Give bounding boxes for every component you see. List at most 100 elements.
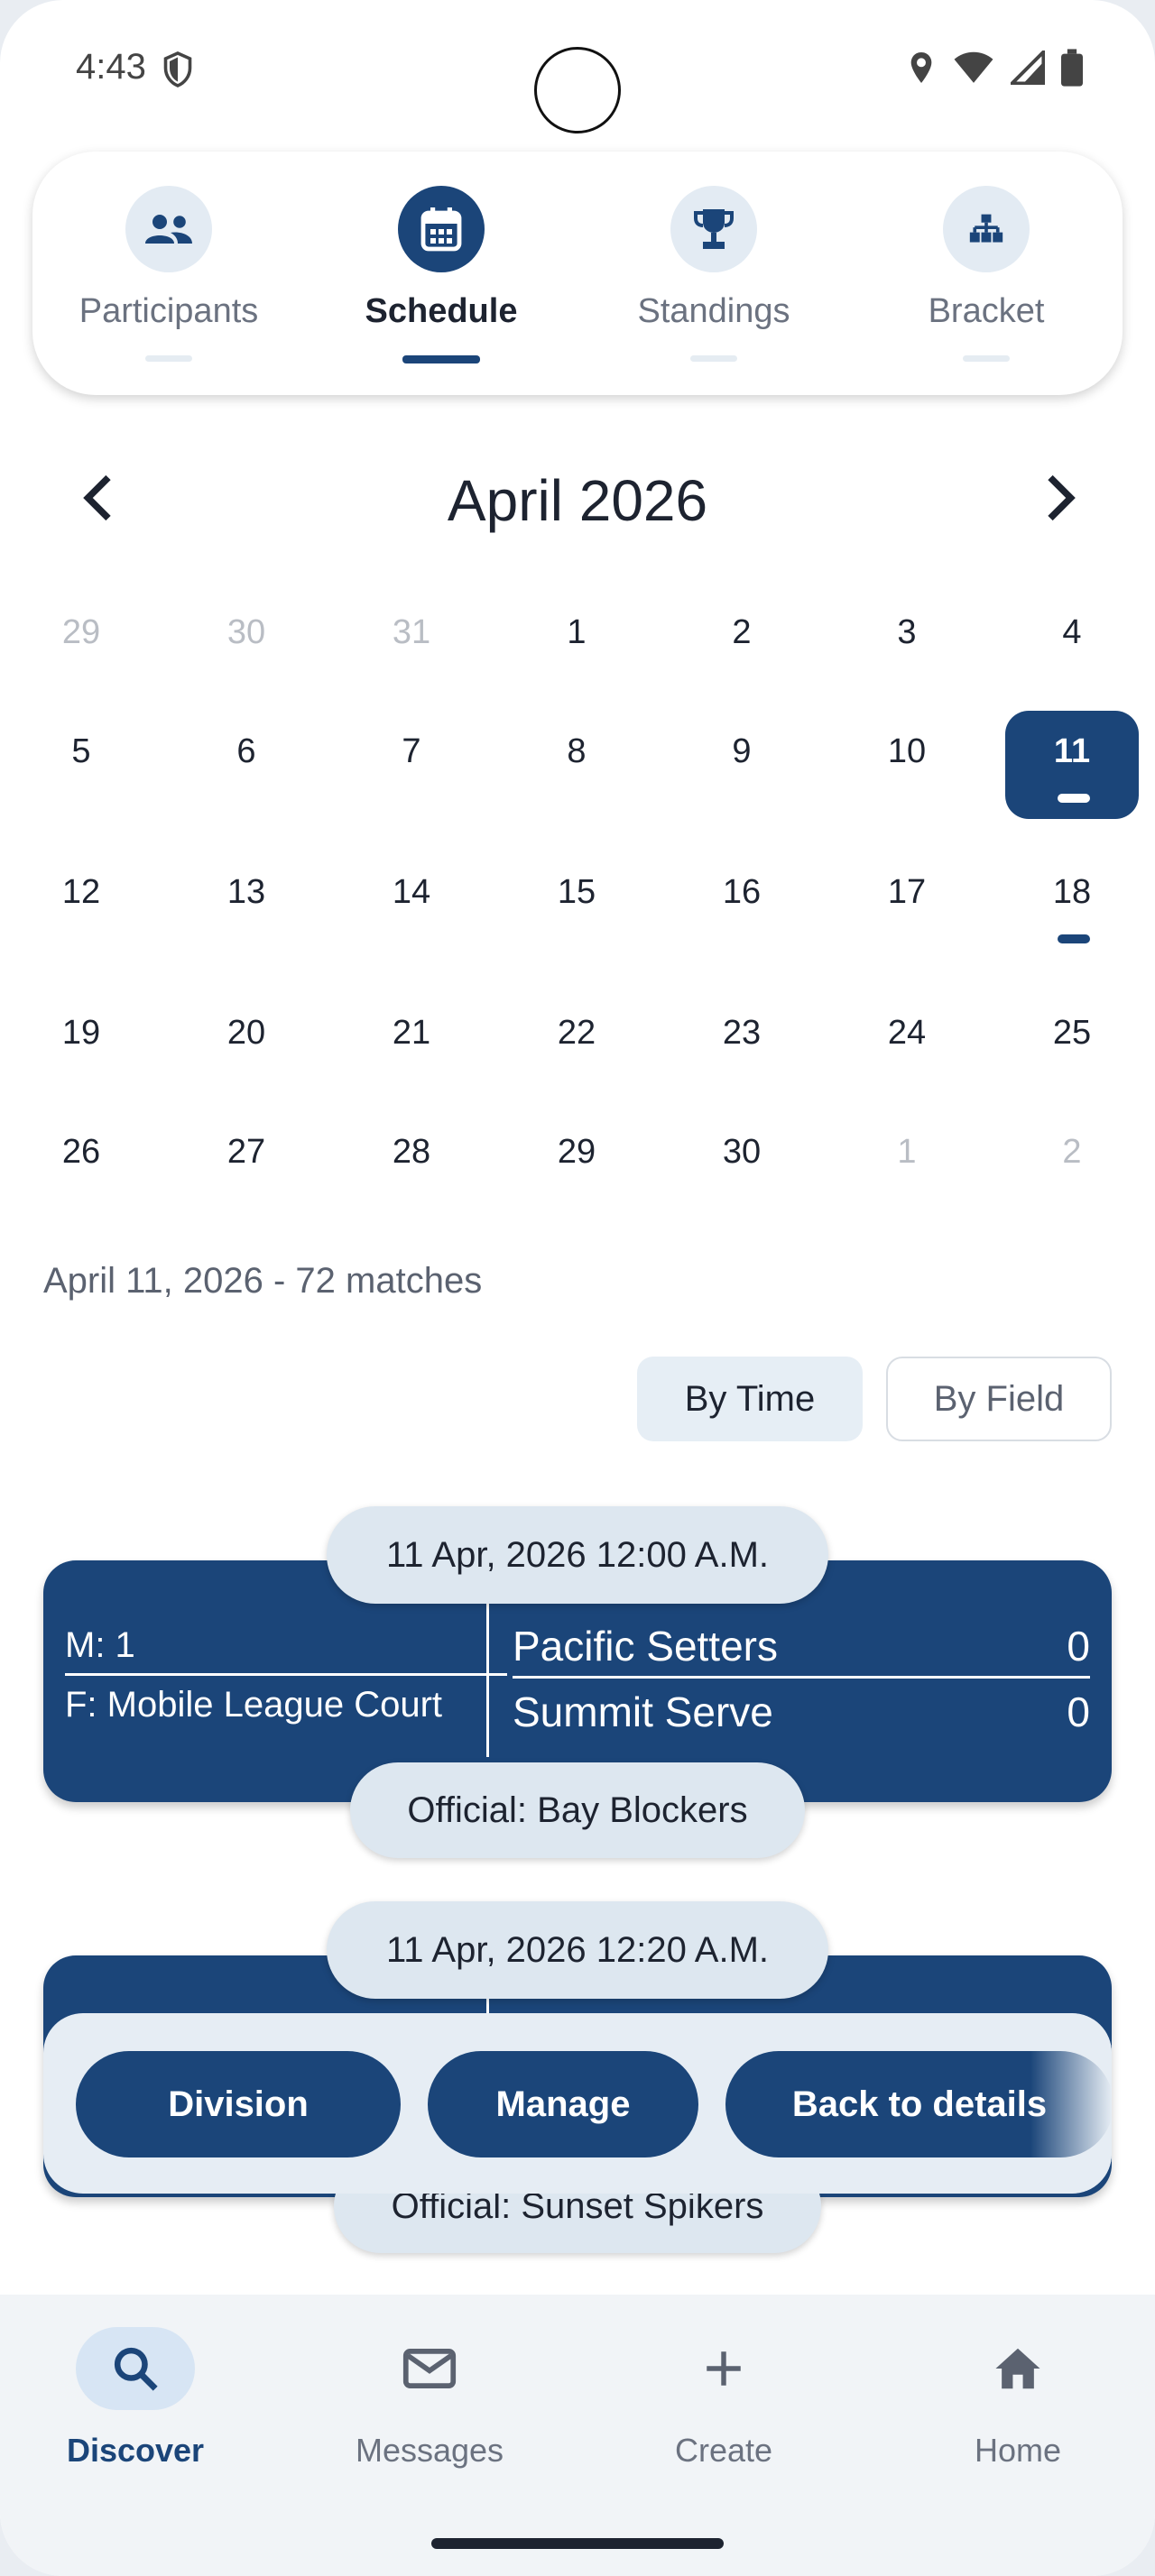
calendar-day[interactable]: 21 <box>346 1014 477 1053</box>
signal-icon <box>1011 51 1045 85</box>
calendar-icon <box>398 186 485 272</box>
calendar-day[interactable]: 11 <box>1006 732 1138 771</box>
team-name: Summit Serve <box>513 1688 773 1735</box>
calendar-day[interactable]: 29 <box>15 613 147 652</box>
tab-schedule[interactable]: Schedule <box>305 152 578 395</box>
status-time: 4:43 <box>76 47 146 87</box>
battery-icon <box>1061 49 1083 87</box>
calendar-day[interactable]: 20 <box>180 1014 312 1053</box>
match-time-pill: 11 Apr, 2026 12:00 A.M. <box>327 1506 828 1604</box>
tab-label: Participants <box>79 292 259 330</box>
tab-indicator <box>963 355 1010 362</box>
team-name: Pacific Setters <box>513 1623 778 1670</box>
calendar-header: April 2026 <box>0 451 1155 550</box>
tab-indicator <box>402 355 480 363</box>
people-icon <box>125 186 212 272</box>
division-button[interactable]: Division <box>76 2051 401 2157</box>
calendar-day[interactable]: 30 <box>676 1133 808 1172</box>
tab-bracket[interactable]: Bracket <box>850 152 1123 395</box>
calendar-day[interactable]: 19 <box>15 1014 147 1053</box>
by-time-toggle[interactable]: By Time <box>637 1357 863 1441</box>
event-indicator <box>1058 794 1090 803</box>
calendar-day[interactable]: 9 <box>676 732 808 771</box>
calendar-day[interactable]: 15 <box>511 873 642 912</box>
calendar-day[interactable]: 28 <box>346 1133 477 1172</box>
trophy-icon <box>670 186 757 272</box>
bottom-nav: Discover Messages Create Home <box>0 2295 1155 2576</box>
match-teams: Pacific Setters 0 Summit Serve 0 <box>513 1622 1090 1736</box>
tab-label: Bracket <box>928 292 1045 330</box>
scroll-fade <box>1030 2013 1112 2194</box>
nav-home[interactable]: Home <box>928 2327 1108 2480</box>
tab-indicator <box>145 355 192 362</box>
nav-label: Home <box>974 2432 1062 2469</box>
by-field-toggle[interactable]: By Field <box>886 1357 1112 1441</box>
chevron-right-icon[interactable] <box>1032 471 1086 525</box>
nav-label: Messages <box>355 2432 504 2469</box>
calendar-day[interactable]: 1 <box>511 613 642 652</box>
calendar-day[interactable]: 8 <box>511 732 642 771</box>
action-bar: Division Manage Back to details <box>43 2013 1112 2194</box>
calendar-day[interactable]: 7 <box>346 732 477 771</box>
mail-icon <box>370 2327 489 2410</box>
calendar-day[interactable]: 16 <box>676 873 808 912</box>
location-icon <box>910 52 932 83</box>
calendar-day[interactable]: 22 <box>511 1014 642 1053</box>
plus-icon <box>664 2327 783 2410</box>
match-time-pill: 11 Apr, 2026 12:20 A.M. <box>327 1901 828 1999</box>
nav-label: Discover <box>66 2432 205 2469</box>
calendar-day[interactable]: 17 <box>841 873 973 912</box>
calendar-day[interactable]: 2 <box>676 613 808 652</box>
team-row: Summit Serve 0 <box>513 1679 1090 1736</box>
calendar-day[interactable]: 5 <box>15 732 147 771</box>
nav-label: Create <box>674 2432 773 2469</box>
calendar-day[interactable]: 29 <box>511 1133 642 1172</box>
calendar-day[interactable]: 25 <box>1006 1014 1138 1053</box>
tab-bar: Participants Schedule Standings Bracket <box>32 152 1123 395</box>
bracket-icon <box>943 186 1030 272</box>
calendar-day[interactable]: 13 <box>180 873 312 912</box>
calendar-day[interactable]: 26 <box>15 1133 147 1172</box>
calendar-day[interactable]: 10 <box>841 732 973 771</box>
shield-icon <box>163 51 192 87</box>
nav-create[interactable]: Create <box>633 2327 814 2480</box>
event-indicator <box>1058 934 1090 943</box>
manage-button[interactable]: Manage <box>428 2051 698 2157</box>
calendar-day[interactable]: 18 <box>1006 873 1138 912</box>
calendar-day[interactable]: 27 <box>180 1133 312 1172</box>
home-indicator[interactable] <box>431 2538 724 2549</box>
nav-messages[interactable]: Messages <box>339 2327 520 2480</box>
official-pill: Official: Bay Blockers <box>350 1762 805 1858</box>
tab-label: Schedule <box>365 292 518 330</box>
team-score: 0 <box>1067 1688 1090 1735</box>
match-number: M: 1 <box>65 1625 507 1676</box>
tab-label: Standings <box>637 292 790 330</box>
search-icon <box>76 2327 195 2410</box>
calendar-day[interactable]: 24 <box>841 1014 973 1053</box>
camera-cutout <box>534 47 621 133</box>
status-icons <box>906 49 1083 87</box>
calendar-day[interactable]: 6 <box>180 732 312 771</box>
tab-participants[interactable]: Participants <box>32 152 305 395</box>
calendar-month-title: April 2026 <box>447 468 708 533</box>
wifi-icon <box>954 51 993 83</box>
schedule-summary: April 11, 2026 - 72 matches <box>43 1261 483 1301</box>
nav-discover[interactable]: Discover <box>45 2327 226 2480</box>
match-field: F: Mobile League Court <box>65 1685 443 1725</box>
calendar-day[interactable]: 4 <box>1006 613 1138 652</box>
card-divider <box>486 1604 489 1757</box>
calendar-day[interactable]: 12 <box>15 873 147 912</box>
calendar-day[interactable]: 30 <box>180 613 312 652</box>
calendar-day[interactable]: 2 <box>1006 1133 1138 1172</box>
calendar-day[interactable]: 23 <box>676 1014 808 1053</box>
calendar-day[interactable]: 14 <box>346 873 477 912</box>
team-row: Pacific Setters 0 <box>513 1622 1090 1679</box>
calendar-day[interactable]: 3 <box>841 613 973 652</box>
home-icon <box>958 2327 1077 2410</box>
team-score: 0 <box>1067 1623 1090 1670</box>
calendar-day[interactable]: 1 <box>841 1133 973 1172</box>
calendar-day[interactable]: 31 <box>346 613 477 652</box>
tab-indicator <box>690 355 737 362</box>
tab-standings[interactable]: Standings <box>578 152 850 395</box>
match-info: M: 1 F: Mobile League Court <box>65 1625 507 1725</box>
